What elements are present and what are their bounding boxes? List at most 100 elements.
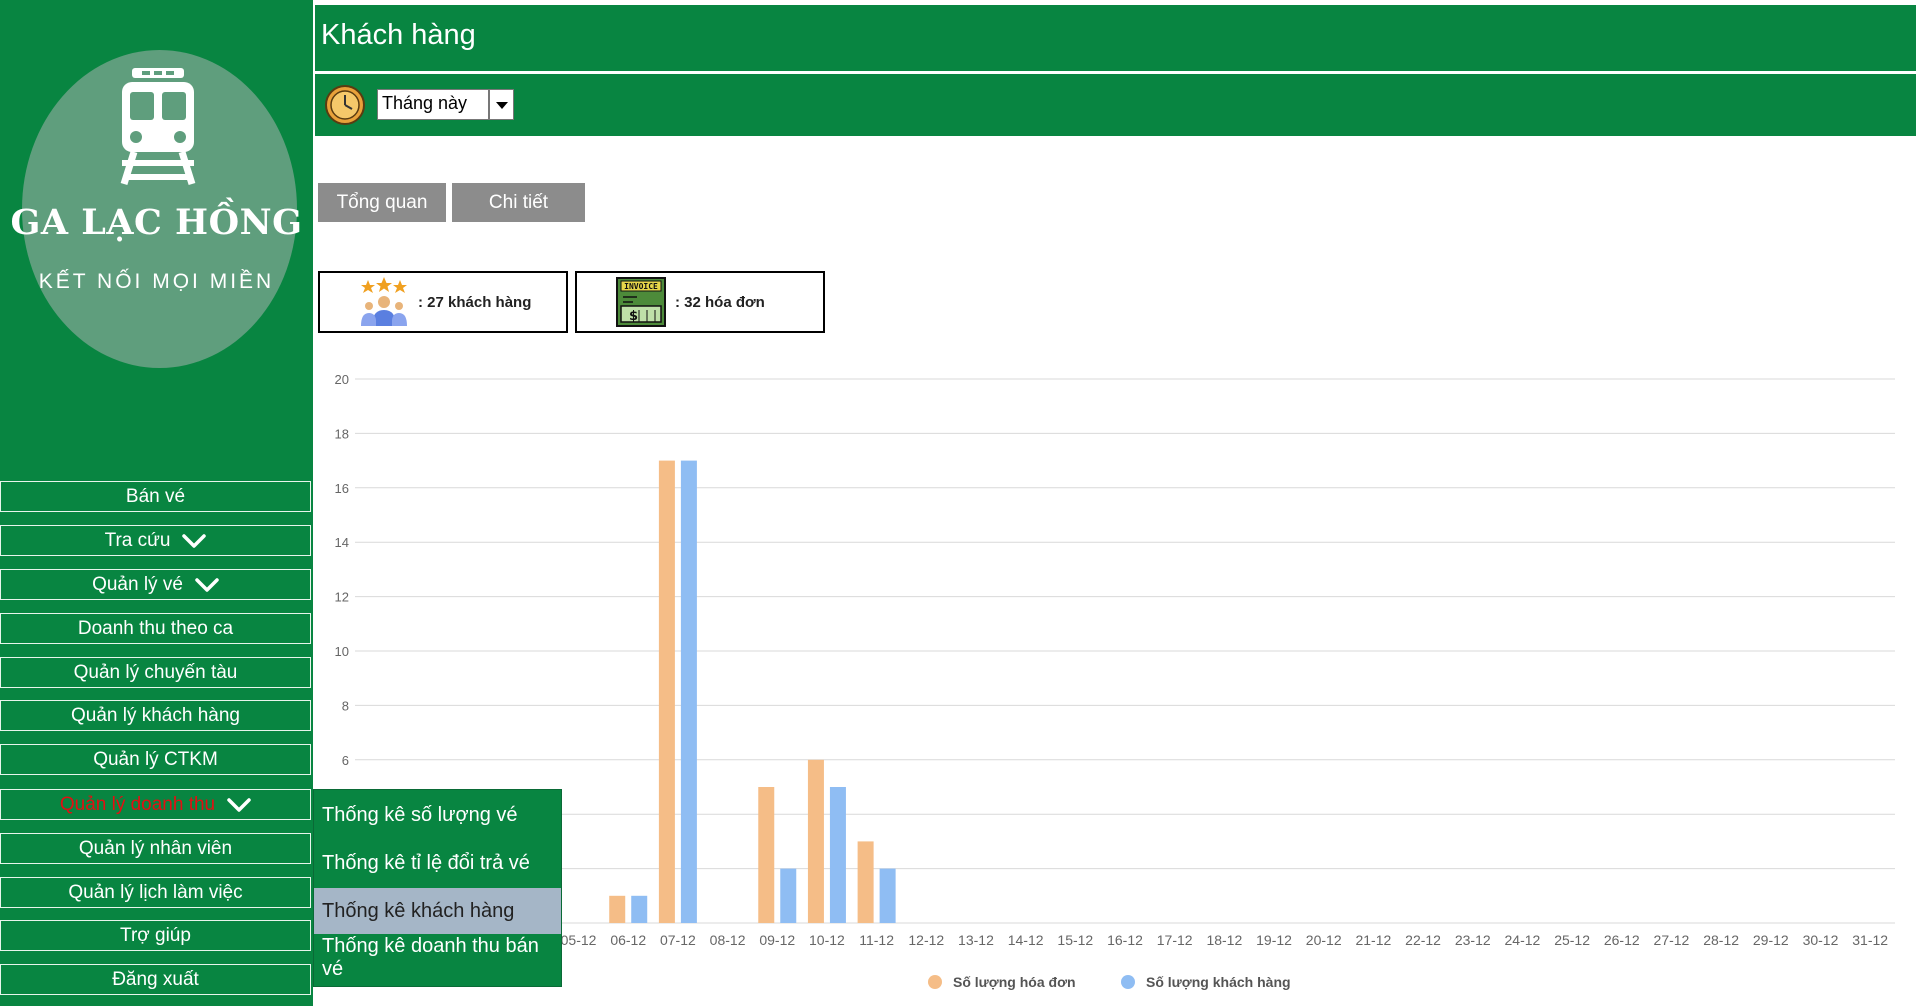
sidebar-item-10[interactable]: Trợ giúp	[0, 920, 311, 951]
sidebar-item-label: Quản lý lịch làm việc	[68, 881, 243, 903]
y-tick-label: 8	[342, 698, 349, 713]
x-tick-label: 07-12	[660, 932, 696, 948]
period-select[interactable]: Tháng này	[377, 89, 489, 120]
stat-invoices-label: : 32 hóa đơn	[675, 293, 765, 311]
x-tick-label: 22-12	[1405, 932, 1441, 948]
x-tick-label: 12-12	[908, 932, 944, 948]
page-header: Khách hàng	[315, 5, 1916, 71]
x-tick-label: 20-12	[1306, 932, 1342, 948]
brand-title: GA LẠC HỒNG	[10, 202, 303, 243]
sidebar-item-9[interactable]: Quản lý lịch làm việc	[0, 877, 311, 908]
clock-icon	[325, 85, 365, 125]
x-tick-label: 24-12	[1505, 932, 1541, 948]
submenu-item-2[interactable]: Thống kê khách hàng	[314, 888, 561, 934]
sidebar-item-8[interactable]: Quản lý nhân viên	[0, 833, 311, 864]
y-tick-label: 16	[335, 481, 349, 496]
x-tick-label: 14-12	[1008, 932, 1044, 948]
revenue-submenu: Thống kê số lượng vé Thống kê tỉ lệ đổi t…	[313, 789, 562, 987]
x-tick-label: 15-12	[1057, 932, 1093, 948]
y-tick-label: 12	[335, 590, 349, 605]
y-tick-label: 20	[335, 372, 349, 387]
stat-customers-label: : 27 khách hàng	[418, 293, 532, 311]
bar-invoice	[807, 759, 824, 923]
y-tick-label: 6	[342, 753, 349, 768]
bar-invoice	[609, 895, 626, 923]
tab-overview[interactable]: Tổng quan	[318, 183, 446, 222]
bar-customer	[780, 868, 797, 923]
sidebar-item-label: Quản lý vé	[92, 573, 183, 595]
submenu-item-3[interactable]: Thống kê doanh thu bán vé	[314, 935, 561, 981]
submenu-item-1[interactable]: Thống kê tỉ lệ đổi trả vé	[314, 840, 561, 886]
x-tick-label: 06-12	[610, 932, 646, 948]
sidebar-item-label: Quản lý nhân viên	[78, 837, 233, 859]
stat-invoices: INVOICE $ : 32 hóa đơn	[575, 271, 825, 333]
x-tick-label: 19-12	[1256, 932, 1292, 948]
sidebar-item-label: Bán vé	[125, 485, 186, 507]
sidebar-item-label: Quản lý CTKM	[93, 748, 218, 770]
sidebar-item-label: Doanh thu theo ca	[77, 617, 234, 639]
chevron-down-icon[interactable]	[489, 89, 514, 120]
x-tick-label: 11-12	[859, 932, 894, 948]
sidebar-item-0[interactable]: Bán vé	[0, 481, 311, 512]
x-tick-label: 26-12	[1604, 932, 1640, 948]
bar-customer	[680, 460, 697, 923]
x-tick-label: 17-12	[1157, 932, 1193, 948]
invoice-icon: INVOICE $	[616, 277, 666, 327]
legend-label: Số lượng khách hàng	[1146, 974, 1291, 990]
legend-marker	[1121, 975, 1135, 989]
sidebar-item-2[interactable]: Quản lý vé	[0, 569, 311, 600]
page-title: Khách hàng	[321, 19, 476, 51]
submenu-item-0[interactable]: Thống kê số lượng vé	[314, 792, 561, 838]
x-tick-label: 29-12	[1753, 932, 1789, 948]
x-tick-label: 09-12	[759, 932, 795, 948]
x-tick-label: 27-12	[1654, 932, 1690, 948]
sidebar-item-6[interactable]: Quản lý CTKM	[0, 744, 311, 775]
legend-label: Số lượng hóa đơn	[953, 974, 1076, 990]
chevron-down-icon	[195, 577, 219, 593]
legend-marker	[928, 975, 942, 989]
x-tick-label: 05-12	[561, 932, 597, 948]
tab-detail[interactable]: Chi tiết	[452, 183, 585, 222]
sidebar-item-4[interactable]: Quản lý chuyến tàu	[0, 657, 311, 688]
train-icon	[120, 68, 196, 186]
x-tick-label: 13-12	[958, 932, 994, 948]
bar-invoice	[857, 841, 874, 923]
y-tick-label: 14	[335, 535, 349, 550]
x-tick-label: 16-12	[1107, 932, 1143, 948]
x-tick-label: 08-12	[710, 932, 746, 948]
customers-icon	[361, 277, 407, 326]
bar-customer	[631, 895, 648, 923]
x-tick-label: 10-12	[809, 932, 845, 948]
chevron-down-icon	[182, 533, 207, 549]
sidebar-item-label: Quản lý khách hàng	[70, 704, 240, 726]
sidebar-item-7[interactable]: Quản lý doanh thu	[0, 789, 311, 820]
sidebar-item-label: Tra cứu	[104, 529, 171, 551]
sidebar-item-label: Đăng xuất	[112, 968, 199, 990]
sidebar-item-5[interactable]: Quản lý khách hàng	[0, 700, 311, 731]
sidebar-item-label: Trợ giúp	[120, 924, 191, 946]
chevron-down-icon	[227, 797, 251, 813]
sidebar: GA LẠC HỒNG KẾT NỐI MỌI MIỀN Bán vé Tra c…	[0, 0, 313, 1006]
sidebar-item-label: Quản lý doanh thu	[59, 793, 216, 815]
x-tick-label: 31-12	[1852, 932, 1888, 948]
bar-invoice	[758, 787, 775, 923]
sidebar-item-1[interactable]: Tra cứu	[0, 525, 311, 556]
sidebar-item-11[interactable]: Đăng xuất	[0, 964, 311, 995]
y-tick-label: 18	[335, 426, 349, 441]
x-tick-label: 18-12	[1206, 932, 1242, 948]
x-tick-label: 23-12	[1455, 932, 1491, 948]
x-tick-label: 25-12	[1554, 932, 1590, 948]
x-tick-label: 28-12	[1703, 932, 1739, 948]
x-tick-label: 30-12	[1803, 932, 1839, 948]
bar-customer	[879, 868, 896, 923]
invoice-icon-text: INVOICE	[624, 282, 658, 291]
brand-subtitle: KẾT NỐI MỌI MIỀN	[38, 270, 275, 293]
bar-invoice	[658, 460, 675, 923]
sidebar-item-label: Quản lý chuyến tàu	[73, 661, 238, 683]
x-tick-label: 21-12	[1355, 932, 1391, 948]
stat-customers: : 27 khách hàng	[318, 271, 568, 333]
sidebar-item-3[interactable]: Doanh thu theo ca	[0, 613, 311, 644]
svg-text:$: $	[629, 309, 638, 324]
filter-bar: Tháng này	[315, 74, 1916, 136]
bar-customer	[829, 787, 846, 923]
